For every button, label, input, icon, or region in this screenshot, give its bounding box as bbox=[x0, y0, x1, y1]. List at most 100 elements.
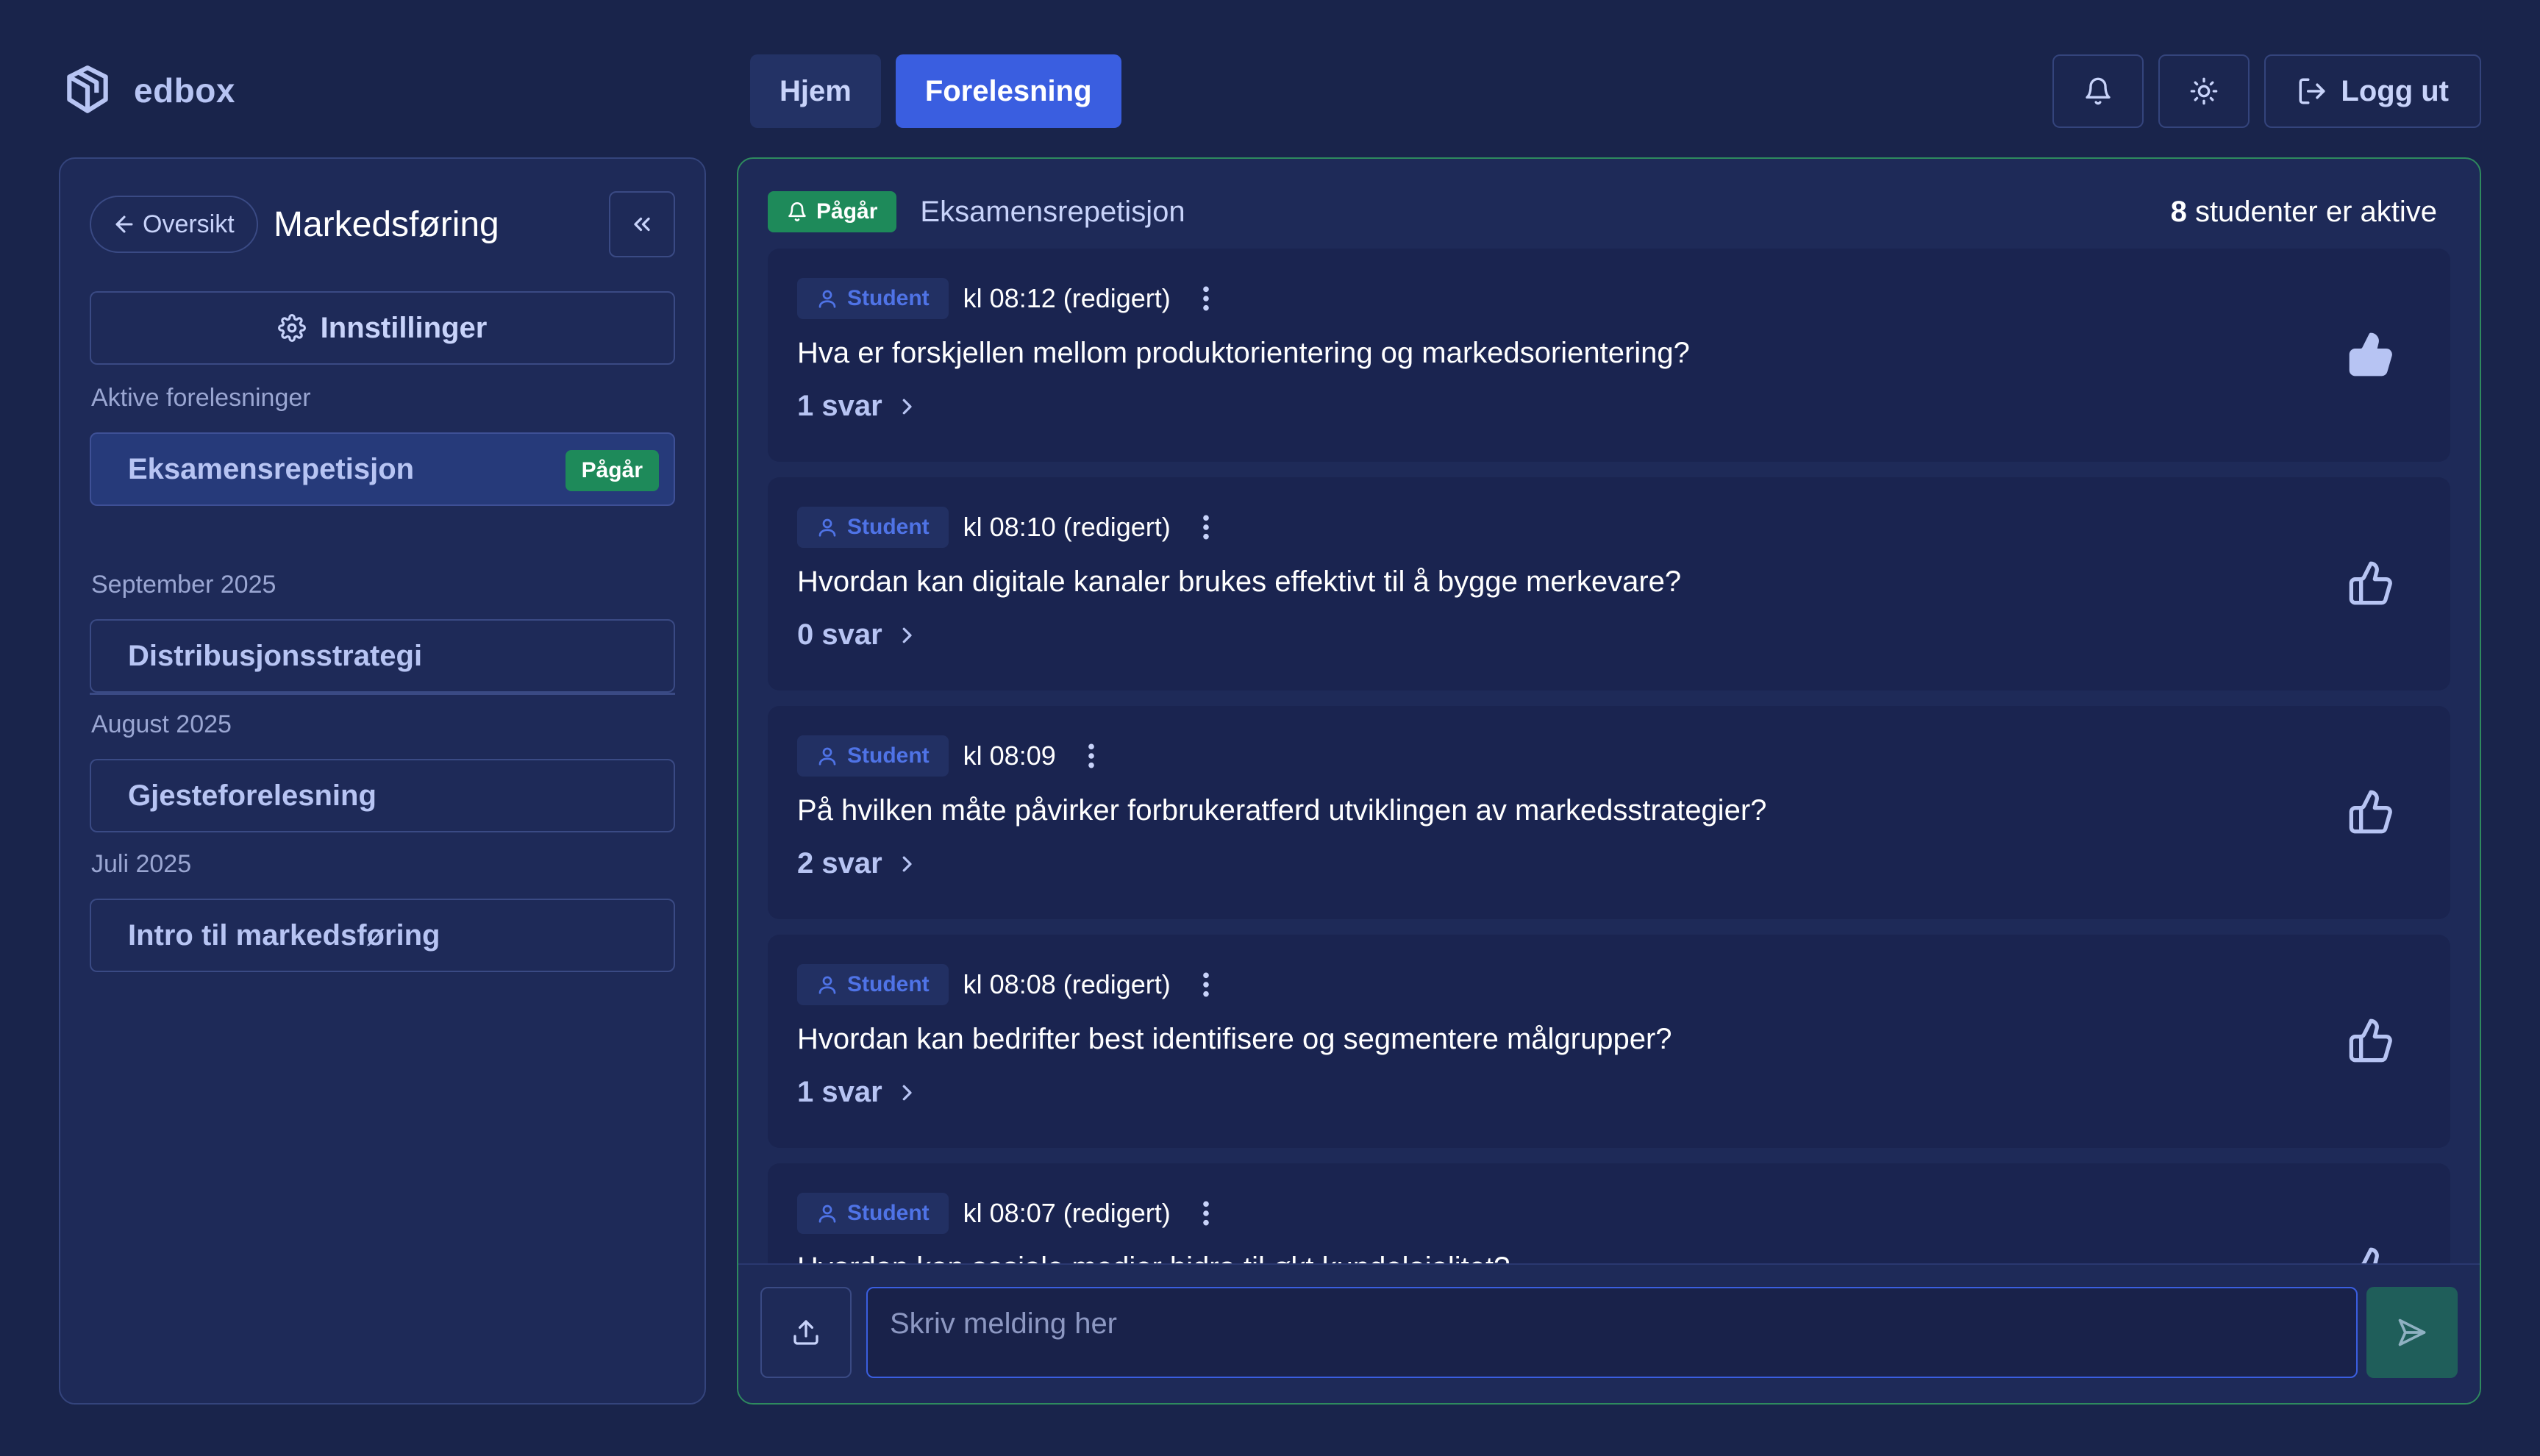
question-menu-button[interactable] bbox=[1197, 964, 1215, 1005]
user-icon bbox=[818, 747, 836, 766]
notifications-button[interactable] bbox=[2052, 54, 2144, 128]
bell-icon bbox=[788, 202, 806, 221]
send-icon bbox=[2398, 1318, 2426, 1346]
student-role-tag: Student bbox=[797, 964, 949, 1005]
logout-button[interactable]: Logg ut bbox=[2264, 54, 2481, 128]
sidebar-lecture-item[interactable]: Intro til markedsføring bbox=[90, 899, 675, 972]
question-timestamp: kl 08:12 (redigert) bbox=[963, 283, 1171, 313]
back-to-overview-button[interactable]: Oversikt bbox=[90, 196, 258, 253]
question-timestamp: kl 08:10 (redigert) bbox=[963, 512, 1171, 542]
question-timestamp: kl 08:09 bbox=[963, 741, 1056, 771]
active-count-suffix: studenter er aktive bbox=[2194, 195, 2437, 228]
question-timestamp: kl 08:08 (redigert) bbox=[963, 969, 1171, 999]
arrow-left-icon bbox=[115, 215, 133, 233]
replies-count: 1 svar bbox=[797, 390, 882, 422]
role-label: Student bbox=[847, 515, 930, 539]
question-feed[interactable]: Student kl 08:12 (redigert) Hva er forskje… bbox=[768, 249, 2450, 1403]
sidebar-lecture-active[interactable]: Eksamensrepetisjon Pågår bbox=[90, 432, 675, 506]
theme-toggle-button[interactable] bbox=[2158, 54, 2250, 128]
logout-icon bbox=[2299, 78, 2325, 104]
question-card: Student kl 08:10 (redigert) Hvordan kan di… bbox=[768, 477, 2450, 690]
more-vertical-icon bbox=[1202, 1201, 1209, 1226]
sidebar-lecture-item[interactable]: Gjesteforelesning bbox=[90, 759, 675, 832]
logout-label: Logg ut bbox=[2341, 74, 2449, 107]
question-card: Student kl 08:09 På hvilken måte påvirker … bbox=[768, 706, 2450, 919]
replies-link[interactable]: 1 svar bbox=[797, 1076, 918, 1109]
active-count-number: 8 bbox=[2170, 195, 2187, 228]
live-badge: Pågår bbox=[565, 450, 659, 491]
upload-button[interactable] bbox=[760, 1287, 852, 1378]
collapse-sidebar-button[interactable] bbox=[609, 191, 675, 257]
course-title: Markedsføring bbox=[274, 205, 499, 244]
message-input[interactable] bbox=[866, 1287, 2358, 1378]
role-label: Student bbox=[847, 972, 930, 996]
thumbs-up-icon bbox=[2349, 332, 2392, 377]
replies-count: 2 svar bbox=[797, 847, 882, 879]
replies-link[interactable]: 1 svar bbox=[797, 390, 918, 423]
like-button[interactable] bbox=[2347, 1017, 2394, 1064]
sidebar-lecture-item[interactable]: Distribusjonsstrategi bbox=[90, 619, 675, 693]
user-icon bbox=[818, 976, 836, 994]
sidebar-divider bbox=[90, 693, 675, 695]
sun-icon bbox=[2191, 77, 2218, 105]
thumbs-up-icon bbox=[2349, 1018, 2392, 1063]
more-vertical-icon bbox=[1202, 515, 1209, 540]
lecture-title: Eksamensrepetisjon bbox=[920, 195, 1185, 228]
more-vertical-icon bbox=[1202, 286, 1209, 311]
app: edbox Hjem Forelesning Logg ut Oversikt … bbox=[0, 0, 2540, 1456]
chevron-right-icon bbox=[902, 856, 912, 871]
question-text: Hvordan kan digitale kanaler brukes effe… bbox=[797, 565, 1682, 598]
nav-lecture-button[interactable]: Forelesning bbox=[895, 54, 1121, 128]
brand-name: edbox bbox=[134, 71, 235, 110]
question-meta: Student kl 08:12 (redigert) bbox=[797, 278, 1215, 319]
question-menu-button[interactable] bbox=[1197, 507, 1215, 548]
replies-count: 0 svar bbox=[797, 618, 882, 651]
like-button[interactable] bbox=[2347, 788, 2394, 835]
more-vertical-icon bbox=[1088, 743, 1094, 768]
send-button[interactable] bbox=[2366, 1287, 2458, 1378]
sidebar: Oversikt Markedsføring Innstillinger Akt… bbox=[59, 157, 706, 1405]
thumbs-up-icon bbox=[2349, 561, 2392, 605]
main-nav: Hjem Forelesning bbox=[750, 54, 1121, 128]
question-timestamp: kl 08:07 (redigert) bbox=[963, 1198, 1171, 1228]
chevron-right-icon bbox=[902, 1085, 912, 1100]
replies-link[interactable]: 2 svar bbox=[797, 847, 918, 880]
question-meta: Student kl 08:08 (redigert) bbox=[797, 964, 1215, 1005]
settings-label: Innstillinger bbox=[320, 311, 488, 344]
brand[interactable]: edbox bbox=[60, 62, 235, 119]
student-role-tag: Student bbox=[797, 507, 949, 548]
user-icon bbox=[818, 1205, 836, 1223]
role-label: Student bbox=[847, 1201, 930, 1225]
lecture-panel: Pågår Eksamensrepetisjon 8 studenter er … bbox=[737, 157, 2481, 1405]
question-menu-button[interactable] bbox=[1197, 1193, 1215, 1234]
student-role-tag: Student bbox=[797, 278, 949, 319]
like-button[interactable] bbox=[2347, 331, 2394, 378]
active-lectures-heading: Aktive forelesninger bbox=[91, 384, 311, 412]
question-menu-button[interactable] bbox=[1197, 278, 1215, 319]
settings-button[interactable]: Innstillinger bbox=[90, 291, 675, 365]
question-meta: Student kl 08:07 (redigert) bbox=[797, 1193, 1215, 1234]
sidebar-header: Oversikt Markedsføring bbox=[90, 191, 675, 257]
bell-icon bbox=[2086, 77, 2111, 105]
month-heading: Juli 2025 bbox=[91, 850, 192, 878]
like-button[interactable] bbox=[2347, 560, 2394, 607]
student-role-tag: Student bbox=[797, 1193, 949, 1234]
nav-home-button[interactable]: Hjem bbox=[750, 54, 881, 128]
month-heading: August 2025 bbox=[91, 710, 232, 738]
replies-link[interactable]: 0 svar bbox=[797, 618, 918, 652]
question-menu-button[interactable] bbox=[1082, 735, 1100, 777]
question-text: På hvilken måte påvirker forbrukeratferd… bbox=[797, 794, 1767, 827]
question-card: Student kl 08:08 (redigert) Hvordan kan be… bbox=[768, 935, 2450, 1148]
user-icon bbox=[818, 518, 836, 537]
question-card: Student kl 08:12 (redigert) Hva er forskje… bbox=[768, 249, 2450, 462]
message-composer bbox=[738, 1263, 2480, 1403]
upload-icon bbox=[793, 1320, 818, 1345]
status-label: Pågår bbox=[816, 199, 878, 224]
role-label: Student bbox=[847, 286, 930, 310]
user-icon bbox=[818, 290, 836, 308]
question-text: Hvordan kan bedrifter best identifisere … bbox=[797, 1023, 1672, 1055]
chevrons-left-icon bbox=[634, 217, 650, 232]
replies-count: 1 svar bbox=[797, 1076, 882, 1108]
logo-cube-icon bbox=[67, 65, 108, 113]
question-meta: Student kl 08:09 bbox=[797, 735, 1100, 777]
